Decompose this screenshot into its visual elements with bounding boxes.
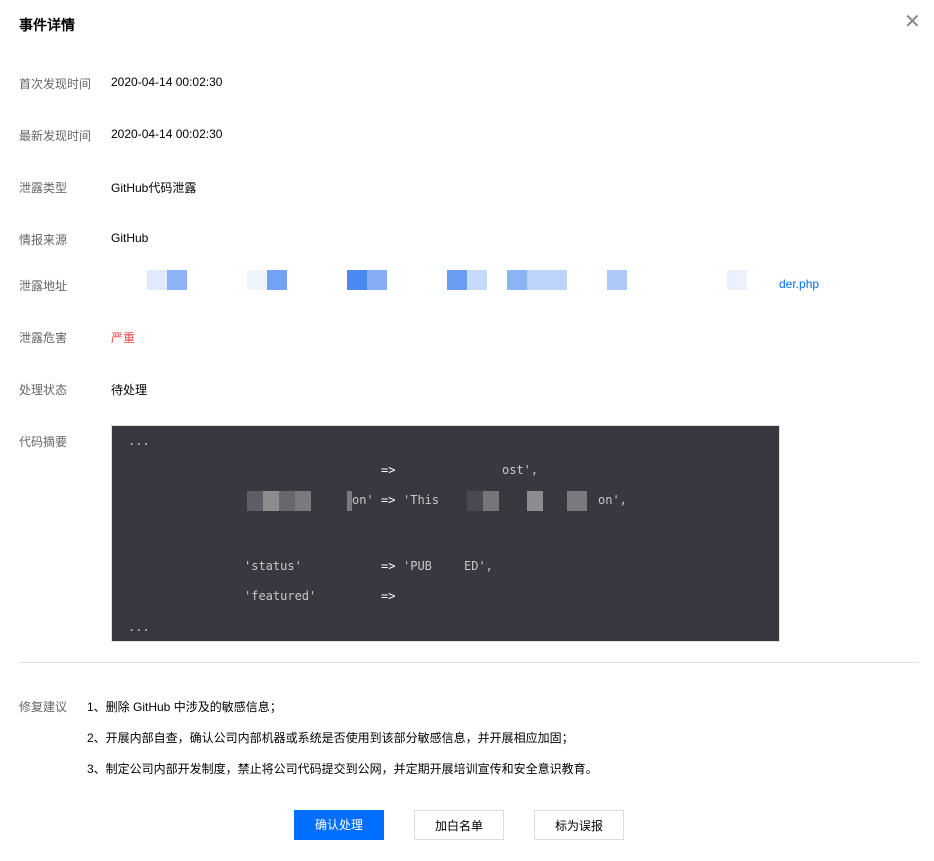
add-whitelist-button[interactable]: 加白名单 [414, 810, 504, 840]
code-ellipsis-top: ... [128, 434, 150, 448]
code-arrow: => [381, 493, 396, 507]
suggestion-item: 2、开展内部自查，确认公司内部机器或系统是否使用到该部分敏感信息，并开展相应加固… [87, 731, 574, 745]
source-value: GitHub [111, 231, 149, 245]
close-icon[interactable]: ✕ [904, 12, 921, 32]
leak-type-value: GitHub代码泄露 [111, 181, 197, 195]
status-value: 待处理 [111, 383, 148, 397]
dialog-title: 事件详情 [19, 17, 75, 33]
latest-found-label: 最新发现时间 [19, 129, 92, 143]
leak-url-link[interactable]: der.php [779, 277, 819, 291]
leak-url-label: 泄露地址 [19, 279, 68, 293]
code-summary-label: 代码摘要 [19, 435, 68, 449]
code-summary-block: ... => ost', on' => 'This on', 'status' … [111, 425, 780, 642]
code-text: 'PUB [403, 559, 432, 573]
divider [19, 662, 919, 663]
code-text: ED', [464, 559, 493, 573]
suggestion-item: 1、删除 GitHub 中涉及的敏感信息； [87, 700, 282, 714]
confirm-handle-button[interactable]: 确认处理 [294, 810, 384, 840]
code-ellipsis-bottom: ... [128, 620, 150, 634]
leak-type-label: 泄露类型 [19, 181, 68, 195]
source-label: 情报来源 [19, 233, 68, 247]
code-arrow: => [381, 463, 396, 477]
mark-false-positive-button[interactable]: 标为误报 [534, 810, 624, 840]
status-label: 处理状态 [19, 383, 68, 397]
latest-found-value: 2020-04-14 00:02:30 [111, 127, 223, 141]
first-found-label: 首次发现时间 [19, 77, 92, 91]
severity-value: 严重 [111, 331, 136, 345]
suggestion-item: 3、制定公司内部开发制度，禁止将公司代码提交到公网，并定期开展培训宣传和安全意识… [87, 762, 598, 776]
code-arrow: => [381, 559, 396, 573]
severity-label: 泄露危害 [19, 331, 68, 345]
code-text: 'This [403, 493, 440, 507]
code-arrow: => [381, 589, 396, 603]
code-text: on', [598, 493, 627, 507]
code-text: ost', [502, 463, 539, 477]
suggestions-label: 修复建议 [19, 700, 68, 714]
code-text: 'status' [244, 559, 302, 573]
first-found-value: 2020-04-14 00:02:30 [111, 75, 223, 89]
code-text: 'featured' [244, 589, 317, 603]
code-text: on' [352, 493, 374, 507]
